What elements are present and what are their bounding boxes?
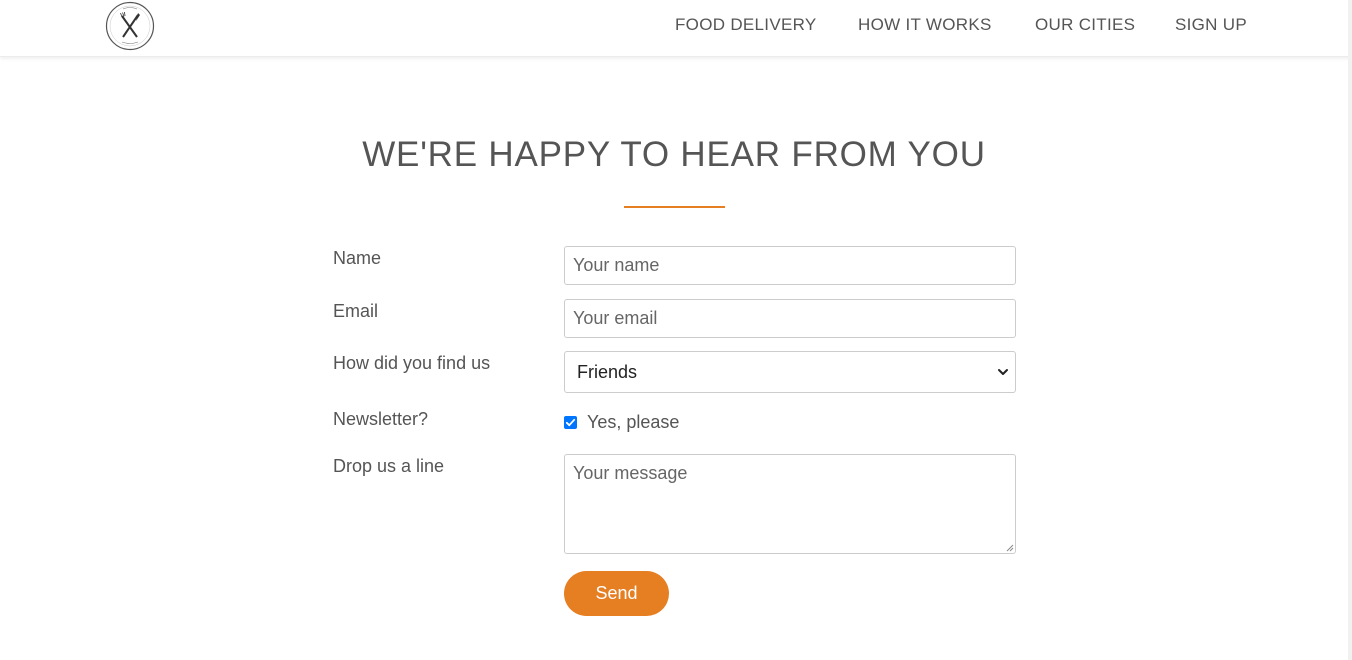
nav-our-cities[interactable]: OUR CITIES xyxy=(1035,15,1135,35)
newsletter-checkbox[interactable] xyxy=(564,416,577,429)
name-field[interactable] xyxy=(564,246,1016,285)
scrollbar-track[interactable] xyxy=(1348,0,1352,660)
message-label: Drop us a line xyxy=(333,456,445,476)
email-field[interactable] xyxy=(564,299,1016,338)
resize-handle-icon[interactable] xyxy=(1005,543,1014,552)
name-label: Name xyxy=(333,248,382,268)
top-navbar: FOOD DELIVERY HOW IT WORKS OUR CITIES SI… xyxy=(0,0,1352,57)
fork-knife-icon[interactable] xyxy=(105,1,155,51)
checkmark-icon xyxy=(565,418,576,427)
find-us-selected-value: Friends xyxy=(577,362,638,382)
page-title: WE'RE HAPPY TO HEAR FROM YOU xyxy=(362,135,986,174)
newsletter-label: Newsletter? xyxy=(333,409,429,429)
email-label: Email xyxy=(333,301,379,321)
title-underline xyxy=(624,206,725,208)
send-button[interactable]: Send xyxy=(564,571,669,616)
message-textarea[interactable] xyxy=(564,454,1016,554)
chevron-down-icon xyxy=(998,369,1008,375)
nav-sign-up[interactable]: SIGN UP xyxy=(1175,15,1247,35)
find-us-select[interactable]: Friends xyxy=(564,351,1016,393)
contact-page: FOOD DELIVERY HOW IT WORKS OUR CITIES SI… xyxy=(0,0,1352,660)
nav-food-delivery[interactable]: FOOD DELIVERY xyxy=(675,15,817,35)
nav-how-it-works[interactable]: HOW IT WORKS xyxy=(858,15,992,35)
newsletter-checkbox-label[interactable]: Yes, please xyxy=(587,412,679,433)
find-us-label: How did you find us xyxy=(333,353,491,373)
